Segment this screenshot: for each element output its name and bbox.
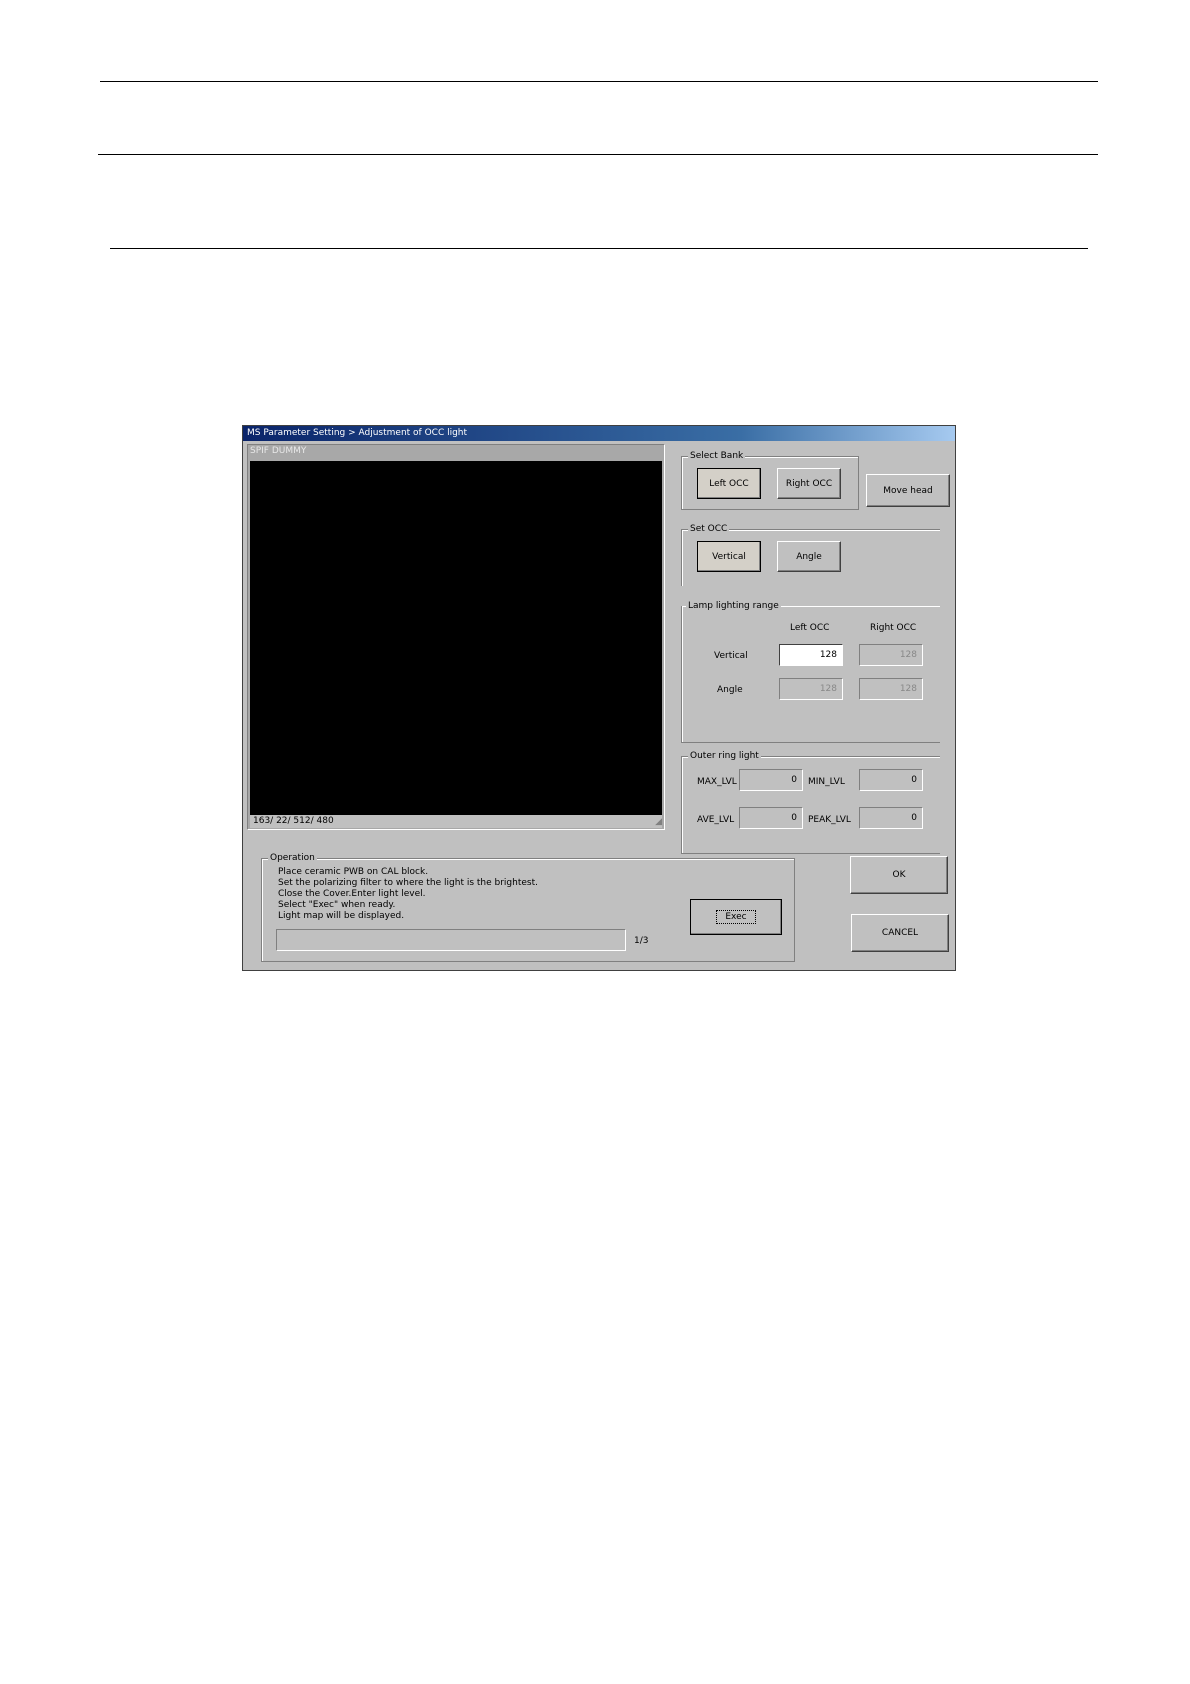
viewer-caption: SPIF DUMMY <box>250 446 307 456</box>
camera-viewer: SPIF DUMMY 163/ 22/ 512/ 480 ◢ <box>247 444 665 830</box>
select-bank-label: Select Bank <box>688 451 746 462</box>
instruction-line: Close the Cover.Enter light level. <box>278 889 426 899</box>
vertical-button[interactable]: Vertical <box>697 541 761 572</box>
exec-button[interactable]: Exec <box>690 899 782 935</box>
header-rule-top <box>100 81 1098 82</box>
vertical-left-occ-input[interactable]: 128 <box>779 644 843 666</box>
left-occ-button[interactable]: Left OCC <box>697 468 761 499</box>
window-title: MS Parameter Setting > Adjustment of OCC… <box>243 426 955 441</box>
ok-button-label: OK <box>892 870 906 880</box>
min-lvl-label: MIN_LVL <box>808 777 845 787</box>
min-lvl-field: 0 <box>859 769 923 791</box>
cancel-button[interactable]: CANCEL <box>851 914 949 952</box>
vertical-right-occ-input: 128 <box>859 644 923 666</box>
operation-group: Operation Place ceramic PWB on CAL block… <box>261 853 795 962</box>
outer-ring-light-label: Outer ring light <box>688 751 761 762</box>
header-rule-middle <box>98 154 1098 155</box>
lamp-lighting-range-group: Lamp lighting range Left OCC Right OCC V… <box>681 601 940 743</box>
step-counter: 1/3 <box>634 936 649 946</box>
angle-button-label: Angle <box>796 551 822 562</box>
left-occ-button-label: Left OCC <box>709 478 749 489</box>
instruction-line: Set the polarizing filter to where the l… <box>278 878 538 888</box>
move-head-button[interactable]: Move head <box>866 474 950 507</box>
viewer-status: 163/ 22/ 512/ 480 <box>250 815 662 828</box>
row-angle-label: Angle <box>717 685 743 695</box>
peak-lvl-label: PEAK_LVL <box>808 815 851 825</box>
operation-instructions: Place ceramic PWB on CAL block. Set the … <box>278 867 698 927</box>
peak-lvl-field: 0 <box>859 807 923 829</box>
occ-light-dialog: MS Parameter Setting > Adjustment of OCC… <box>242 425 956 971</box>
select-bank-group: Select Bank Left OCC Right OCC <box>681 451 859 510</box>
move-head-label: Move head <box>883 485 933 496</box>
row-vertical-label: Vertical <box>714 651 748 661</box>
right-occ-button-label: Right OCC <box>785 478 833 489</box>
col-right-occ: Right OCC <box>870 623 917 633</box>
header-rule-bottom <box>110 248 1088 249</box>
angle-right-occ-input: 128 <box>859 678 923 700</box>
set-occ-label: Set OCC <box>688 524 730 535</box>
cancel-button-label: CANCEL <box>881 928 919 938</box>
outer-ring-light-group: Outer ring light MAX_LVL 0 MIN_LVL 0 AVE… <box>681 751 940 854</box>
ave-lvl-field: 0 <box>739 807 803 829</box>
instruction-line: Place ceramic PWB on CAL block. <box>278 867 429 877</box>
resize-grip-icon[interactable]: ◢ <box>655 817 662 827</box>
operation-progress-bar <box>276 929 626 951</box>
angle-button[interactable]: Angle <box>777 541 841 572</box>
lamp-lighting-range-label: Lamp lighting range <box>686 601 781 612</box>
operation-label: Operation <box>268 853 317 864</box>
set-occ-group: Set OCC Vertical Angle <box>681 524 940 586</box>
angle-left-occ-input: 128 <box>779 678 843 700</box>
ave-lvl-label: AVE_LVL <box>697 815 735 825</box>
col-left-occ: Left OCC <box>790 623 830 633</box>
instruction-line: Select "Exec" when ready. <box>278 900 396 910</box>
right-occ-button[interactable]: Right OCC <box>777 468 841 499</box>
ok-button[interactable]: OK <box>850 856 948 894</box>
max-lvl-label: MAX_LVL <box>697 777 737 787</box>
camera-image[interactable] <box>250 461 662 815</box>
max-lvl-field: 0 <box>739 769 803 791</box>
instruction-line: Light map will be displayed. <box>278 911 405 921</box>
vertical-button-label: Vertical <box>712 551 746 562</box>
exec-button-label: Exec <box>716 910 756 924</box>
